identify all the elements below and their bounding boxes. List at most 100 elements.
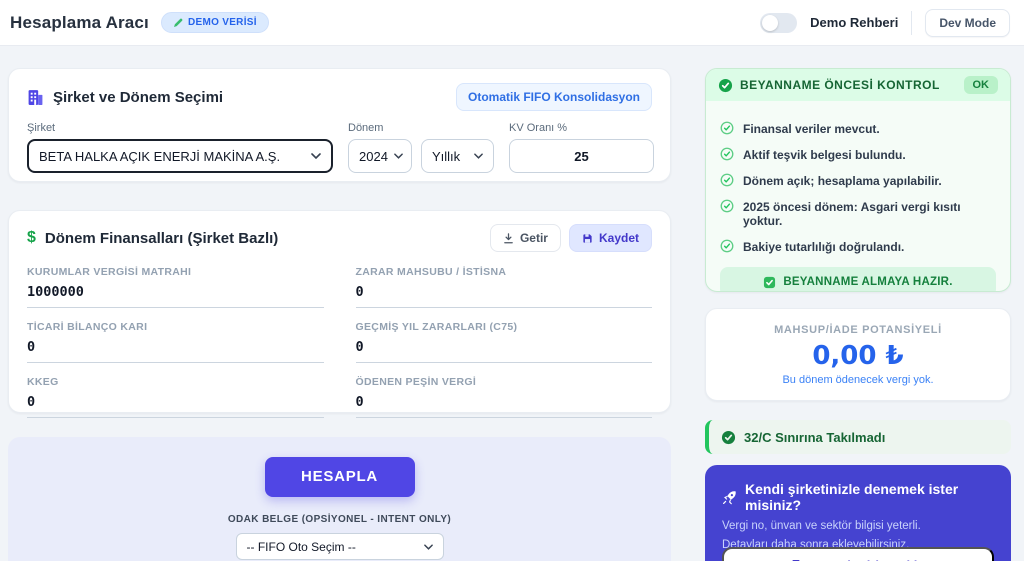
promo-title-row: Kendi şirketinizle denemek ister misiniz…	[722, 481, 994, 513]
precheck-item: Dönem açık; hesaplama yapılabilir.	[720, 174, 996, 188]
building-icon	[27, 89, 44, 106]
top-bar-actions: Demo Rehberi Dev Mode	[760, 9, 1010, 37]
demo-badge-label: DEMO VERİSİ	[188, 17, 257, 28]
check-circle-outline-icon	[720, 147, 734, 161]
period-year-value: 2024	[359, 149, 388, 164]
focus-doc-label: ODAK BELGE (OPSİYONEL - INTENT ONLY)	[8, 514, 671, 525]
chevron-down-icon	[388, 153, 403, 159]
kv-rate-field-group: KV Oranı % 25	[509, 122, 654, 173]
field-input[interactable]: 1000000	[27, 284, 324, 308]
promo-line-1: Vergi no, ünvan ve sektör bilgisi yeterl…	[722, 519, 994, 535]
toggle-knob	[762, 15, 778, 31]
financial-field: TİCARİ BİLANÇO KARI 0	[27, 321, 324, 363]
financial-field: KURUMLAR VERGİSİ MATRAHI 1000000	[27, 266, 324, 308]
company-select[interactable]: BETA HALKA AÇIK ENERJİ MAKİNA A.Ş.	[27, 139, 333, 173]
precheck-item: Finansal veriler mevcut.	[720, 122, 996, 136]
field-input[interactable]: 0	[356, 284, 653, 308]
focus-doc-value: -- FIFO Oto Seçim --	[247, 540, 356, 554]
page-title: Hesaplama Aracı	[10, 13, 149, 33]
field-label: TİCARİ BİLANÇO KARI	[27, 321, 324, 333]
period-field-group: Dönem 2024 Yıllık	[348, 122, 494, 173]
pencil-icon	[173, 18, 183, 28]
brand-area: Hesaplama Aracı DEMO VERİSİ	[10, 12, 269, 33]
precheck-item-text: Finansal veriler mevcut.	[743, 122, 880, 136]
focus-doc-select[interactable]: -- FIFO Oto Seçim --	[236, 533, 444, 560]
checkbox-check-icon	[763, 276, 776, 289]
field-label: ZARAR MAHSUBU / İSTİSNA	[356, 266, 653, 278]
precheck-title: BEYANNAME ÖNCESİ KONTROL	[740, 78, 940, 92]
field-input[interactable]: 0	[356, 394, 653, 418]
kv-rate-label: KV Oranı %	[509, 122, 654, 134]
precheck-list: Finansal veriler mevcut. Aktif teşvik be…	[706, 101, 1010, 292]
calculate-button[interactable]: HESAPLA	[265, 457, 415, 497]
ready-banner-text: BEYANNAME ALMAYA HAZIR.	[783, 276, 952, 288]
company-section-title-row: Şirket ve Dönem Seçimi	[27, 89, 223, 106]
precheck-item-text: Dönem açık; hesaplama yapılabilir.	[743, 174, 942, 188]
potential-caption: Bu dönem ödenecek vergi yok.	[782, 374, 933, 386]
field-label: KURUMLAR VERGİSİ MATRAHI	[27, 266, 324, 278]
company-section-title: Şirket ve Dönem Seçimi	[53, 89, 223, 106]
fetch-button-label: Getir	[520, 231, 548, 245]
chevron-down-icon	[305, 153, 321, 159]
potential-label: MAHSUP/İADE POTANSİYELİ	[774, 324, 942, 336]
field-input[interactable]: 0	[27, 394, 324, 418]
dev-mode-button[interactable]: Dev Mode	[925, 9, 1010, 37]
chevron-down-icon	[418, 544, 433, 550]
save-button[interactable]: Kaydet	[569, 224, 652, 252]
dollar-icon: $	[27, 229, 36, 247]
calculate-panel: HESAPLA ODAK BELGE (OPSİYONEL - INTENT O…	[8, 437, 671, 561]
period-year-select[interactable]: 2024	[348, 139, 412, 173]
precheck-header: BEYANNAME ÖNCESİ KONTROL OK	[706, 69, 1010, 101]
save-button-label: Kaydet	[599, 231, 639, 245]
add-real-company-button[interactable]: Gerçek Şirket Ekle	[722, 547, 994, 561]
precheck-item-text: Aktif teşvik belgesi bulundu.	[743, 148, 906, 162]
financials-grid: KURUMLAR VERGİSİ MATRAHI 1000000 ZARAR M…	[27, 266, 652, 418]
demo-guide-toggle[interactable]	[760, 13, 797, 33]
field-input[interactable]: 0	[27, 339, 324, 363]
rocket-icon	[722, 490, 737, 505]
company-period-card: Şirket ve Dönem Seçimi Otomatik FIFO Kon…	[8, 68, 671, 182]
financials-section-title: Dönem Finansalları (Şirket Bazlı)	[45, 230, 278, 247]
period-label: Dönem	[348, 122, 494, 134]
kv-rate-input[interactable]: 25	[509, 139, 654, 173]
ready-banner: BEYANNAME ALMAYA HAZIR.	[720, 267, 996, 292]
check-circle-outline-icon	[720, 121, 734, 135]
financial-field: ZARAR MAHSUBU / İSTİSNA 0	[356, 266, 653, 308]
status-badge: OK	[964, 76, 999, 94]
precheck-item: Aktif teşvik belgesi bulundu.	[720, 148, 996, 162]
precheck-item-text: Bakiye tutarlılığı doğrulandı.	[743, 240, 904, 254]
financial-field: ÖDENEN PEŞİN VERGİ 0	[356, 376, 653, 418]
demo-guide-label: Demo Rehberi	[810, 15, 898, 30]
refund-potential-card: MAHSUP/İADE POTANSİYELİ 0,00 ₺ Bu dönem …	[705, 308, 1011, 401]
check-circle-outline-icon	[720, 173, 734, 187]
period-financials-card: $ Dönem Finansalları (Şirket Bazlı) Geti…	[8, 210, 671, 413]
add-real-company-label: Gerçek Şirket Ekle	[810, 558, 924, 561]
limit-banner-text: 32/C Sınırına Takılmadı	[744, 430, 885, 445]
chevron-down-icon	[468, 153, 483, 159]
company-field-group: Şirket BETA HALKA AÇIK ENERJİ MAKİNA A.Ş…	[27, 122, 333, 173]
precheck-card: BEYANNAME ÖNCESİ KONTROL OK Finansal ver…	[705, 68, 1011, 292]
period-frequency-select[interactable]: Yıllık	[421, 139, 494, 173]
promo-card: Kendi şirketinizle denemek ister misiniz…	[705, 465, 1011, 561]
financial-field: GEÇMİŞ YIL ZARARLARI (C75) 0	[356, 321, 653, 363]
limit-status-banner: 32/C Sınırına Takılmadı	[705, 420, 1011, 454]
promo-title: Kendi şirketinizle denemek ister misiniz…	[745, 481, 994, 513]
save-icon	[582, 233, 593, 244]
field-input[interactable]: 0	[356, 339, 653, 363]
potential-amount: 0,00 ₺	[812, 341, 903, 371]
download-icon	[503, 233, 514, 244]
hesaplama-araci-page: Hesaplama Aracı DEMO VERİSİ Demo Rehberi…	[0, 0, 1024, 561]
top-bar: Hesaplama Aracı DEMO VERİSİ Demo Rehberi…	[0, 0, 1024, 46]
precheck-item-text: 2025 öncesi dönem: Asgari vergi kısıtı y…	[743, 200, 996, 228]
financials-section-title-row: $ Dönem Finansalları (Şirket Bazlı)	[27, 229, 278, 247]
financial-field: KKEG 0	[27, 376, 324, 418]
field-label: GEÇMİŞ YIL ZARARLARI (C75)	[356, 321, 653, 333]
company-select-label: Şirket	[27, 122, 333, 134]
field-label: ÖDENEN PEŞİN VERGİ	[356, 376, 653, 388]
fetch-button[interactable]: Getir	[490, 224, 561, 252]
check-circle-outline-icon	[720, 239, 734, 253]
check-circle-icon	[721, 430, 736, 445]
period-frequency-value: Yıllık	[432, 149, 460, 164]
check-circle-icon	[718, 78, 733, 93]
auto-fifo-consolidation-button[interactable]: Otomatik FIFO Konsolidasyon	[456, 83, 652, 111]
